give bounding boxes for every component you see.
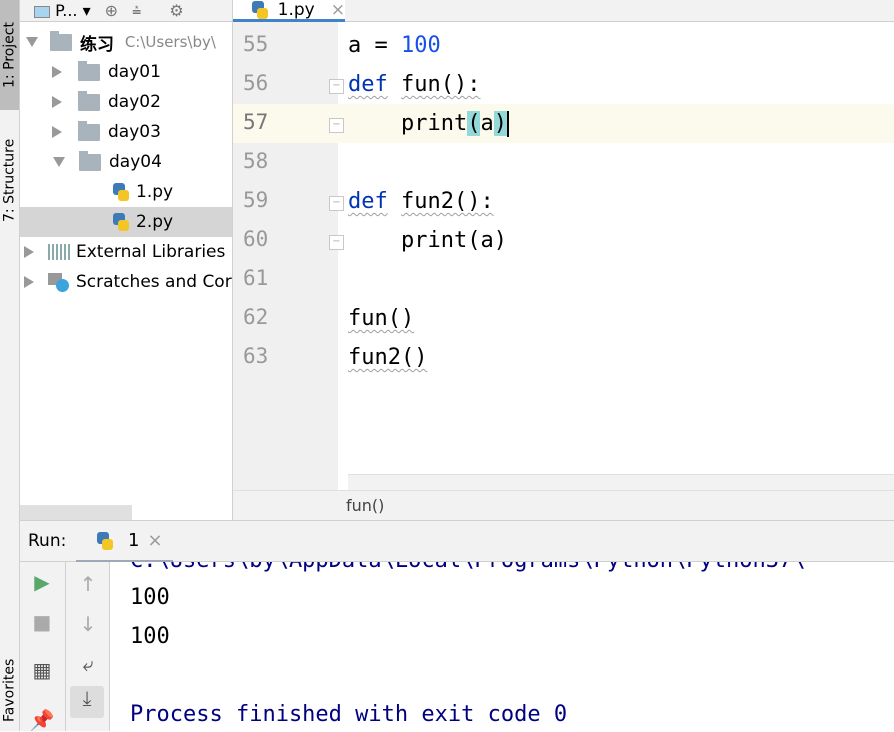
expand-arrow-icon[interactable] — [53, 157, 65, 167]
libraries-icon — [48, 244, 70, 260]
tree-item-day03[interactable]: day03 — [20, 117, 232, 147]
soft-wrap-icon[interactable]: ⤶ — [66, 652, 110, 676]
project-toolbar: P... ▾ ⊕ ⩮ ⚙ — [20, 0, 232, 22]
project-scrollbar[interactable] — [20, 505, 132, 520]
console-line: Process finished with exit code 0 — [130, 702, 568, 727]
fold-marker-icon[interactable]: − — [329, 196, 344, 211]
project-panel: P... ▾ ⊕ ⩮ ⚙ 练习 C:\Users\by\ day01 day02… — [20, 0, 233, 520]
expand-arrow-icon[interactable] — [26, 37, 38, 47]
console-toolbar: ↑ ↓ ⤶ ⤓ — [66, 562, 110, 731]
line-number: 57 — [243, 110, 269, 134]
python-file-icon — [110, 212, 130, 232]
line-number: 63 — [243, 344, 269, 368]
close-icon[interactable]: × — [331, 0, 345, 20]
tab-1py[interactable]: 1.py × — [233, 0, 345, 22]
console-line: 100 — [130, 624, 170, 649]
folder-icon — [79, 150, 101, 171]
locate-icon[interactable]: ⊕ — [105, 1, 118, 20]
tree-item-day01[interactable]: day01 — [20, 57, 232, 87]
text-caret — [506, 111, 509, 137]
collapse-icon[interactable]: ⩮ — [132, 1, 141, 21]
code-line: a = 100 — [348, 33, 441, 58]
left-tool-stripe: 1: Project 7: Structure Favorites — [0, 0, 20, 731]
up-arrow-icon[interactable]: ↑ — [66, 572, 110, 596]
pin-icon[interactable]: 📌 — [20, 708, 64, 732]
collapse-arrow-icon[interactable] — [52, 96, 62, 108]
breadcrumb[interactable]: fun() — [233, 490, 894, 520]
console-line: C:\Users\by\AppData\Local\Programs\Pytho… — [130, 562, 806, 576]
folder-icon — [78, 60, 100, 81]
scratches-icon — [48, 273, 70, 292]
line-number: 58 — [243, 149, 269, 173]
run-tab[interactable]: 1 × — [76, 521, 173, 563]
folder-icon — [50, 30, 72, 51]
fold-marker-icon[interactable]: − — [329, 118, 344, 133]
collapse-arrow-icon[interactable] — [24, 276, 34, 288]
tree-item-external-libraries[interactable]: External Libraries — [20, 237, 232, 267]
stop-icon[interactable]: ■ — [20, 610, 64, 634]
code-line: print(a) — [348, 111, 509, 137]
run-panel-header: Run: 1 × — [20, 520, 894, 563]
structure-tool-tab[interactable]: 7: Structure — [0, 120, 19, 240]
tree-root[interactable]: 练习 C:\Users\by\ — [20, 27, 232, 57]
code-line: fun2() — [348, 345, 428, 370]
close-icon[interactable]: × — [147, 530, 162, 551]
tree-item-day04[interactable]: day04 — [20, 147, 232, 177]
collapse-arrow-icon[interactable] — [52, 126, 62, 138]
fold-marker-icon[interactable]: − — [329, 79, 344, 94]
tree-item-day02[interactable]: day02 — [20, 87, 232, 117]
favorites-tool-tab[interactable]: Favorites — [0, 650, 19, 731]
console-output[interactable]: C:\Users\by\AppData\Local\Programs\Pytho… — [110, 562, 894, 731]
line-number: 62 — [243, 305, 269, 329]
python-file-icon — [110, 182, 130, 202]
folder-icon — [78, 120, 100, 141]
collapse-arrow-icon[interactable] — [24, 246, 34, 258]
line-number: 61 — [243, 266, 269, 290]
editor-horizontal-scrollbar[interactable] — [348, 474, 894, 490]
code-line: def fun(): — [348, 72, 481, 97]
code-line: print(a) — [348, 228, 507, 253]
layout-icon[interactable]: ▦ — [20, 658, 64, 682]
line-number: 60 — [243, 227, 269, 251]
line-number: 59 — [243, 188, 269, 212]
python-icon — [94, 531, 114, 551]
tree-item-2py[interactable]: 2.py — [20, 207, 232, 237]
line-number: 55 — [243, 32, 269, 56]
run-toolbar: ▶ ■ ▦ 📌 — [20, 562, 66, 732]
collapse-arrow-icon[interactable] — [52, 66, 62, 78]
console-line: 100 — [130, 585, 170, 610]
run-label: Run: — [28, 531, 67, 551]
code-line: def fun2(): — [348, 189, 494, 214]
fold-marker-icon[interactable]: − — [329, 235, 344, 250]
down-arrow-icon[interactable]: ↓ — [66, 612, 110, 636]
view-selector[interactable]: P... ▾ — [34, 1, 91, 20]
line-number: 56 — [243, 71, 269, 95]
code-line: fun() — [348, 306, 415, 331]
tree-item-1py[interactable]: 1.py — [20, 177, 232, 207]
gear-icon[interactable]: ⚙ — [169, 1, 183, 20]
folder-icon — [78, 90, 100, 111]
editor-tabs: 1.py × — [233, 0, 894, 22]
tree-item-scratches[interactable]: Scratches and Cor — [20, 267, 232, 297]
scroll-to-end-icon[interactable]: ⤓ — [70, 686, 104, 718]
rerun-icon[interactable]: ▶ — [20, 570, 64, 594]
project-tool-tab[interactable]: 1: Project — [0, 0, 19, 110]
python-file-icon — [249, 0, 268, 20]
